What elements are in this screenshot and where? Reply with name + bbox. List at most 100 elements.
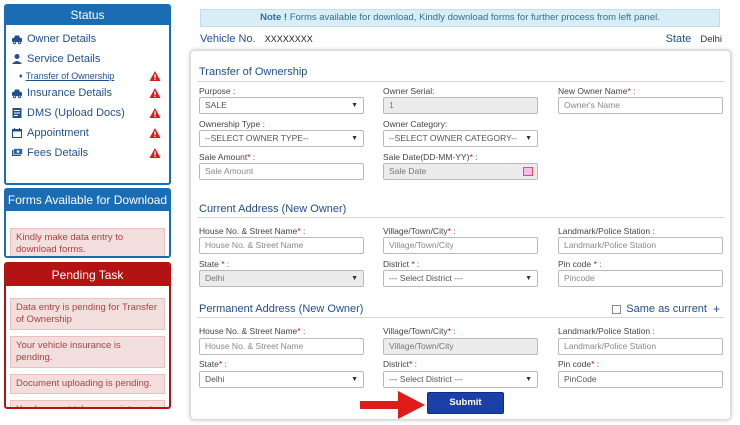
warning-icon — [149, 88, 161, 98]
permanent-landmark-input[interactable]: Landmark/Police Station — [558, 338, 723, 355]
warning-icon — [149, 128, 161, 138]
status-item-dms-upload-docs[interactable]: DMS (Upload Docs) — [11, 103, 165, 123]
permanent-landmark-label: Landmark/Police Station : — [558, 326, 655, 336]
dropdown-arrow-icon: ▼ — [351, 376, 358, 383]
user-icon — [12, 54, 22, 64]
current-district-select[interactable]: --- Select District --- ▼ — [383, 270, 538, 287]
section-divider — [197, 81, 724, 82]
dropdown-arrow-icon: ▼ — [525, 135, 532, 142]
status-item-service-details[interactable]: Service Details — [11, 49, 165, 69]
pending-task-panel: Pending Task Data entry is pending for T… — [4, 262, 171, 409]
permanent-village-input[interactable]: Village/Town/City — [383, 338, 538, 355]
dropdown-arrow-icon: ▼ — [351, 102, 358, 109]
current-pin-input[interactable]: Pincode — [558, 270, 723, 287]
diamond-icon: ♦ — [19, 72, 23, 80]
status-panel: Status Owner Details Service Details ♦ T… — [4, 4, 171, 185]
sale-date-label: Sale Date(DD-MM-YY)* : — [383, 152, 478, 162]
permanent-state-select[interactable]: Delhi ▼ — [199, 371, 364, 388]
owner-serial-field: 1 — [383, 97, 538, 114]
current-pin-label: Pin code * : — [558, 259, 602, 269]
status-item-label: Fees Details — [27, 147, 89, 159]
note-label: Note ! — [260, 12, 288, 23]
current-landmark-label: Landmark/Police Station : — [558, 226, 655, 236]
warning-icon — [149, 108, 161, 118]
owner-category-value: --SELECT OWNER CATEGORY-- — [389, 133, 517, 143]
vehicle-no-label: Vehicle No. — [200, 33, 256, 45]
current-house-input[interactable]: House No. & Street Name — [199, 237, 364, 254]
purpose-select[interactable]: SALE ▼ — [199, 97, 364, 114]
sale-date-input[interactable]: Sale Date — [383, 163, 538, 180]
submit-button[interactable]: Submit — [427, 392, 504, 414]
transfer-of-ownership-link[interactable]: Transfer of Ownership — [26, 71, 115, 81]
pending-task-item: You have not taken appointment. — [10, 400, 165, 407]
status-item-fees-details[interactable]: Fees Details — [11, 143, 165, 163]
permanent-pin-input[interactable]: PinCode — [558, 371, 723, 388]
same-as-current-toggle[interactable]: Same as current + — [612, 302, 720, 316]
permanent-district-select[interactable]: --- Select District --- ▼ — [383, 371, 538, 388]
ownership-type-select[interactable]: --SELECT OWNER TYPE-- ▼ — [199, 130, 364, 147]
status-item-insurance-details[interactable]: Insurance Details — [11, 83, 165, 103]
forms-download-panel: Forms Available for Download Kindly make… — [4, 188, 171, 258]
status-title: Status — [6, 6, 169, 25]
permanent-house-input[interactable]: House No. & Street Name — [199, 338, 364, 355]
warning-icon — [149, 71, 161, 81]
forms-download-title: Forms Available for Download — [6, 190, 169, 211]
sale-amount-label: Sale Amount* : — [199, 152, 256, 162]
forms-download-message: Kindly make data entry to download forms… — [10, 228, 165, 256]
car-icon — [12, 35, 22, 45]
plus-icon[interactable]: + — [713, 302, 720, 316]
ownership-type-value: --SELECT OWNER TYPE-- — [205, 133, 309, 143]
same-as-current-label: Same as current — [626, 303, 707, 315]
current-state-value: Delhi — [205, 273, 225, 283]
status-item-label: Service Details — [27, 53, 101, 65]
permanent-district-label: District* : — [383, 359, 418, 369]
permanent-village-label: Village/Town/City* : — [383, 326, 456, 336]
section-divider — [197, 317, 724, 318]
dropdown-arrow-icon: ▼ — [351, 275, 358, 282]
calendar-icon — [12, 128, 22, 138]
permanent-pin-label: Pin code* : — [558, 359, 600, 369]
vehicle-info: Vehicle No. XXXXXXXX State Delhi — [200, 33, 722, 47]
owner-category-label: Owner Category: — [383, 119, 448, 129]
state-info: State Delhi — [666, 33, 722, 45]
permanent-state-label: State* : — [199, 359, 227, 369]
permanent-district-value: --- Select District --- — [389, 374, 463, 384]
status-item-label: Owner Details — [27, 33, 97, 45]
owner-category-select[interactable]: --SELECT OWNER CATEGORY-- ▼ — [383, 130, 538, 147]
section-divider — [197, 217, 724, 218]
same-as-current-checkbox[interactable] — [612, 304, 622, 314]
warning-icon — [149, 148, 161, 158]
status-item-appointment[interactable]: Appointment — [11, 123, 165, 143]
new-owner-input[interactable]: Owner's Name — [558, 97, 723, 114]
permanent-house-label: House No. & Street Name* : — [199, 326, 306, 336]
pending-task-item: Data entry is pending for Transfer of Ow… — [10, 298, 165, 330]
current-village-input[interactable]: Village/Town/City — [383, 237, 538, 254]
pending-task-list: Data entry is pending for Transfer of Ow… — [6, 286, 169, 407]
purpose-value: SALE — [205, 100, 227, 110]
note-text: Forms available for download, Kindly dow… — [289, 12, 660, 23]
car-icon — [12, 89, 22, 99]
purpose-label: Purpose : — [199, 86, 236, 96]
current-state-select[interactable]: Delhi ▼ — [199, 270, 364, 287]
sale-amount-input[interactable]: Sale Amount — [199, 163, 364, 180]
current-address-title: Current Address (New Owner) — [199, 203, 347, 215]
dropdown-arrow-icon: ▼ — [525, 376, 532, 383]
status-subitem-transfer-of-ownership[interactable]: ♦ Transfer of Ownership — [11, 69, 165, 83]
status-item-label: Insurance Details — [27, 87, 112, 99]
pending-task-item: Your vehicle insurance is pending. — [10, 336, 165, 368]
transfer-section-title: Transfer of Ownership — [199, 66, 308, 78]
dropdown-arrow-icon: ▼ — [525, 275, 532, 282]
calendar-icon[interactable] — [523, 167, 533, 176]
current-landmark-input[interactable]: Landmark/Police Station — [558, 237, 723, 254]
pending-task-title: Pending Task — [6, 264, 169, 286]
current-village-label: Village/Town/City* : — [383, 226, 456, 236]
pending-task-item: Document uploading is pending. — [10, 374, 165, 394]
current-state-label: State * : — [199, 259, 230, 269]
state-label: State — [665, 33, 692, 45]
new-owner-label: New Owner Name* : — [558, 86, 636, 96]
status-item-owner-details[interactable]: Owner Details — [11, 29, 165, 49]
transfer-form-card: Transfer of Ownership Purpose : SALE ▼ Ow… — [190, 50, 731, 420]
red-arrow-icon — [360, 391, 425, 419]
dropdown-arrow-icon: ▼ — [351, 135, 358, 142]
document-icon — [12, 108, 22, 118]
